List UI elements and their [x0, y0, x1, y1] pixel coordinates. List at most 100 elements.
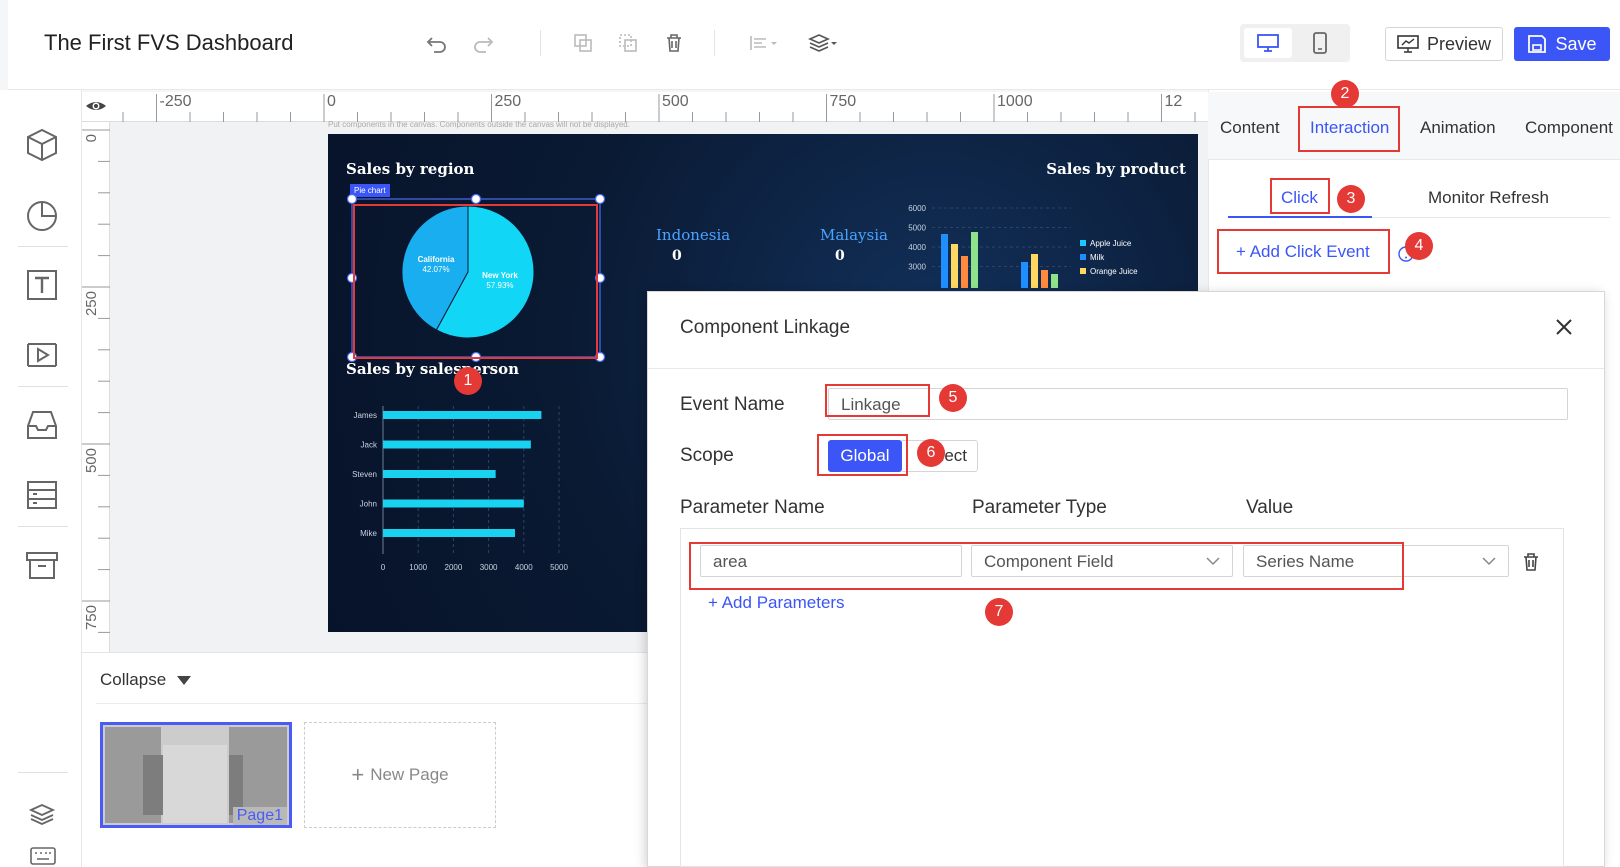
ruler-label: 250: [495, 93, 522, 110]
save-button[interactable]: Save: [1514, 27, 1610, 61]
sidebar-divider: [18, 246, 68, 247]
preview-button[interactable]: Preview: [1385, 27, 1503, 61]
y-tick-label: 6000: [908, 204, 926, 213]
mobile-view-button[interactable]: [1296, 28, 1344, 58]
legend-label: Orange Juice: [1090, 267, 1138, 276]
ruler-label: 12: [1165, 93, 1183, 110]
product-bar: [971, 232, 978, 288]
y-tick-label: 5000: [908, 224, 926, 233]
page-label: Page1: [232, 807, 287, 825]
annotation-badge: 3: [1337, 185, 1365, 213]
product-bar: [1041, 270, 1048, 288]
scope-label: Scope: [680, 445, 734, 466]
component-icon[interactable]: [23, 126, 61, 164]
metric-name-malaysia: Malaysia: [820, 226, 888, 244]
product-bar-chart[interactable]: 6000 5000 4000 3000 Apple Juice Milk Orange Ju…: [906, 200, 1196, 290]
archive-icon[interactable]: [23, 546, 61, 584]
text-icon[interactable]: [23, 266, 61, 304]
annotation-badge: 6: [917, 439, 945, 467]
delete-icon[interactable]: [661, 30, 687, 56]
product-bar: [961, 256, 968, 288]
bar-mike: [383, 529, 515, 537]
metric-name-indonesia: Indonesia: [656, 226, 731, 244]
product-bar: [1031, 254, 1038, 288]
ruler-label: 0: [327, 93, 336, 110]
mobile-icon: [1313, 32, 1327, 54]
annotation-box: [1298, 106, 1400, 152]
chevron-down-icon: [1482, 557, 1496, 566]
table-icon[interactable]: [23, 476, 61, 514]
bar-category-label: Steven: [352, 470, 377, 479]
page-thumbnail[interactable]: Page1: [100, 722, 292, 828]
save-icon: [1528, 35, 1547, 53]
canvas-hint: Put components in the canvas. Components…: [328, 120, 630, 129]
bar-james: [383, 411, 542, 419]
annotation-badge: 4: [1405, 232, 1433, 260]
x-tick-label: 3000: [480, 563, 498, 572]
tab-animation[interactable]: Animation: [1420, 118, 1496, 138]
add-parameters-button[interactable]: + Add Parameters: [708, 593, 845, 613]
close-icon[interactable]: [1552, 315, 1576, 339]
plus-icon: +: [351, 762, 365, 787]
subtab-active-indicator: [1228, 216, 1372, 218]
thumb-block: [229, 755, 243, 815]
metric-value-malaysia: 0: [835, 248, 845, 264]
chart-icon[interactable]: [23, 196, 61, 234]
tab-component[interactable]: Component: [1525, 118, 1613, 138]
desktop-view-button[interactable]: [1244, 28, 1292, 58]
bar-category-label: Mike: [360, 529, 377, 538]
new-page-button[interactable]: + New Page: [304, 722, 496, 828]
legend-swatch: [1080, 254, 1086, 260]
dialog-title: Component Linkage: [680, 317, 851, 338]
product-bar: [1051, 274, 1058, 288]
tab-content[interactable]: Content: [1220, 118, 1280, 138]
undo-icon[interactable]: [424, 30, 450, 56]
save-label: Save: [1555, 33, 1597, 54]
media-icon[interactable]: [23, 336, 61, 374]
legend-swatch: [1080, 268, 1086, 274]
bar-steven: [383, 470, 496, 478]
ruler-label: -250: [160, 93, 192, 110]
device-toggle: [1240, 24, 1350, 62]
eye-icon[interactable]: [84, 96, 108, 116]
salesperson-bar-chart[interactable]: James Jack Steven John Mike 0 1000 2000 3000 4000…: [348, 404, 588, 576]
sidebar-divider: [18, 772, 68, 773]
ruler-label: 750: [830, 93, 857, 110]
align-icon[interactable]: [746, 30, 780, 56]
desktop-icon: [1257, 34, 1279, 52]
y-tick-label: 4000: [908, 243, 926, 252]
toolbar-divider: [714, 30, 715, 56]
add-params-label: Add Parameters: [721, 593, 845, 612]
event-name-label: Event Name: [680, 394, 785, 415]
sidebar-divider: [18, 526, 68, 527]
layer-icon[interactable]: [806, 30, 840, 56]
collapse-toggle[interactable]: Collapse: [100, 670, 192, 690]
subtab-monitor-refresh[interactable]: Monitor Refresh: [1428, 188, 1549, 208]
product-bar: [951, 244, 958, 288]
x-tick-label: 5000: [550, 563, 568, 572]
ruler-horizontal: -250 0 250 500 750 1000 12: [82, 92, 1208, 122]
bar-john: [383, 499, 524, 508]
bar-category-label: Jack: [361, 441, 378, 450]
copy-icon[interactable]: [570, 30, 596, 56]
annotation-box: [825, 384, 930, 417]
paste-icon[interactable]: [615, 30, 641, 56]
ruler-label: 500: [83, 448, 100, 473]
layers-icon[interactable]: [28, 800, 56, 828]
container-icon[interactable]: [23, 406, 61, 444]
x-tick-label: 1000: [409, 563, 427, 572]
new-page-label: New Page: [370, 765, 449, 784]
keyboard-icon[interactable]: [30, 846, 56, 866]
redo-icon[interactable]: [470, 30, 496, 56]
product-bar: [1021, 262, 1028, 288]
ruler-label: 500: [662, 93, 689, 110]
dashboard-title: The First FVS Dashboard: [44, 30, 294, 55]
ruler-label: 0: [83, 134, 100, 142]
delete-row-icon[interactable]: [1522, 552, 1540, 572]
param-type-header: Parameter Type: [972, 497, 1107, 518]
annotation-box: [1217, 229, 1390, 274]
region-chart-title: Sales by region: [346, 160, 475, 178]
sidebar-divider: [18, 386, 68, 387]
bar-category-label: James: [353, 411, 377, 420]
ruler-vertical-ticks: 0 250 500 750: [82, 129, 110, 665]
